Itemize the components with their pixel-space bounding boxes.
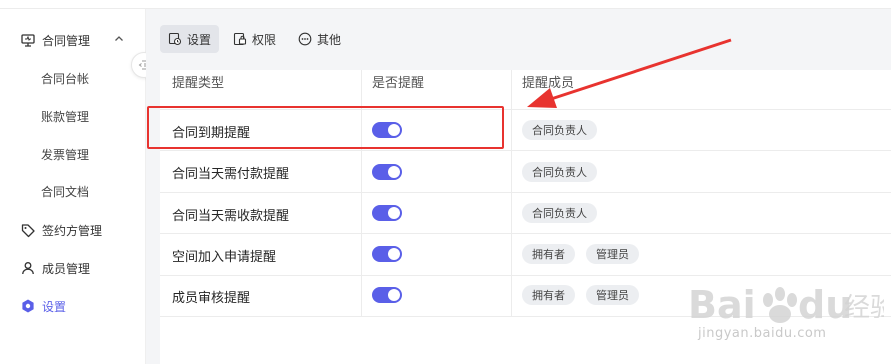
tab-settings[interactable]: 设置 [160, 25, 220, 53]
tab-label: 其他 [317, 32, 342, 47]
permission-icon [233, 32, 247, 46]
member-chip: 合同负责人 [522, 120, 597, 140]
tab-other[interactable]: 其他 [290, 25, 349, 53]
sidebar-item-label: 合同管理 [42, 33, 91, 48]
table-row-type: 合同当天需收款提醒 [172, 209, 290, 224]
watermark-url: jingyan.baidu.com [698, 326, 827, 341]
column-header-type: 提醒类型 [172, 76, 225, 91]
chevron-up-icon[interactable] [112, 32, 126, 46]
column-header-enabled: 是否提醒 [372, 76, 425, 91]
tab-label: 权限 [252, 32, 277, 47]
toggle-knob [388, 289, 400, 301]
sidebar-item-contract-management[interactable]: 合同管理 [20, 29, 123, 51]
sidebar-item-member-management[interactable]: 成员管理 [20, 257, 90, 279]
sidebar-subitem-accounts[interactable]: 账款管理 [41, 105, 89, 127]
sidebar-subitem-contract-ledger[interactable]: 合同台帐 [41, 67, 89, 89]
tab-label: 设置 [187, 32, 212, 47]
tag-icon [20, 222, 36, 238]
member-chip: 合同负责人 [522, 203, 597, 223]
sidebar-subitem-documents[interactable]: 合同文档 [41, 180, 89, 202]
member-chip: 管理员 [586, 244, 639, 264]
sidebar-item-label: 成员管理 [42, 261, 91, 276]
reminder-toggle[interactable] [372, 287, 402, 303]
sidebar-item-settings[interactable]: 设置 [20, 295, 66, 317]
row-divider [160, 233, 891, 234]
column-header-members: 提醒成员 [522, 76, 575, 91]
member-chip: 拥有者 [522, 285, 575, 305]
sidebar-item-signatory-management[interactable]: 签约方管理 [20, 219, 102, 241]
sidebar-subitem-label: 合同台帐 [41, 71, 90, 86]
sidebar-subitem-invoices[interactable]: 发票管理 [41, 143, 89, 165]
reminder-toggle[interactable] [372, 164, 402, 180]
member-chip: 拥有者 [522, 244, 575, 264]
row-divider [160, 192, 891, 193]
toggle-knob [388, 207, 400, 219]
column-divider [511, 70, 512, 316]
sidebar-item-label: 设置 [42, 299, 67, 314]
more-circle-icon [298, 32, 312, 46]
toggle-knob [388, 166, 400, 178]
svg-text:经验: 经验 [844, 293, 884, 323]
monitor-icon [20, 32, 36, 48]
sidebar-item-label: 签约方管理 [42, 223, 103, 238]
user-icon [20, 260, 36, 276]
settings-tabs: 设置 权限 其他 [160, 25, 349, 53]
reminder-toggle[interactable] [372, 205, 402, 221]
member-chip: 管理员 [586, 285, 639, 305]
sidebar: 合同管理 合同台帐 账款管理 发票管理 合同文档 签约方管理 成员管理 设置 [0, 9, 146, 364]
annotation-highlight-box [147, 106, 504, 149]
table-row-type: 空间加入申请提醒 [172, 250, 277, 265]
reminder-toggle[interactable] [372, 246, 402, 262]
settings-hexagon-icon [20, 298, 36, 314]
table-row-type: 成员审核提醒 [172, 291, 251, 306]
baidu-watermark-logo: Bai du 经验 [688, 283, 884, 327]
top-border [0, 0, 891, 9]
tab-permissions[interactable]: 权限 [225, 25, 284, 53]
toggle-knob [388, 248, 400, 260]
sidebar-subitem-label: 发票管理 [41, 147, 90, 162]
svg-text:Bai: Bai [688, 283, 756, 327]
sidebar-subitem-label: 账款管理 [41, 109, 90, 124]
row-divider [160, 150, 891, 151]
member-chip: 合同负责人 [522, 162, 597, 182]
table-row-type: 合同当天需付款提醒 [172, 167, 290, 182]
settings-clock-icon [168, 32, 182, 46]
sidebar-subitem-label: 合同文档 [41, 184, 90, 199]
